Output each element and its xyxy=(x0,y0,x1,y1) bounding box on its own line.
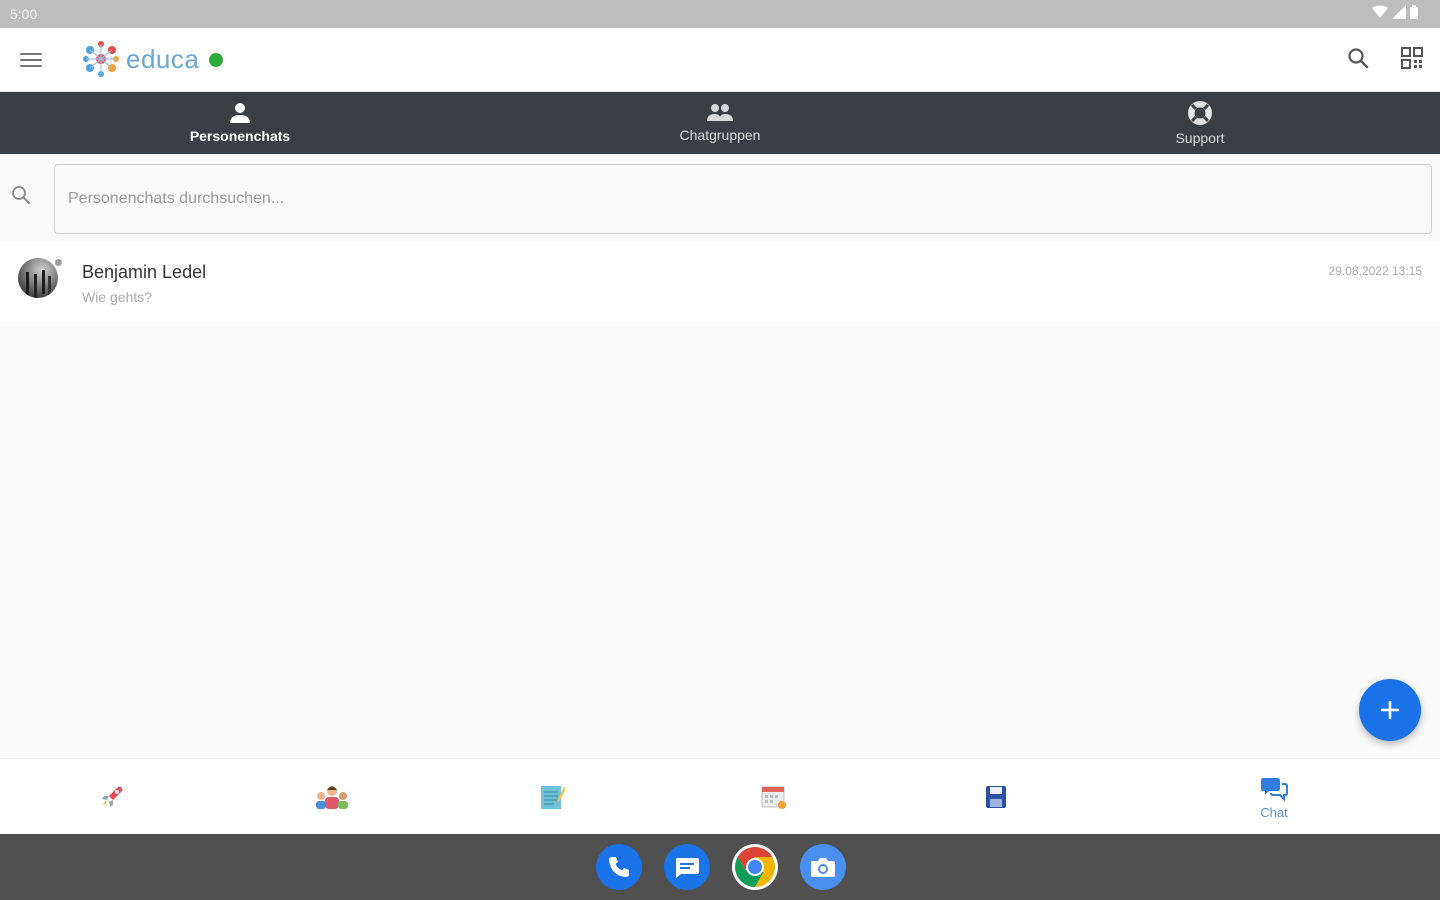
group-icon xyxy=(707,104,733,121)
tab-personenchats[interactable]: Personenchats xyxy=(0,92,480,154)
status-icons xyxy=(1372,5,1418,19)
wifi-icon xyxy=(1372,5,1388,18)
signal-icon xyxy=(1392,5,1406,19)
logo-text: educa xyxy=(126,43,200,74)
chat-icon xyxy=(1261,777,1288,801)
dock-app-phone[interactable] xyxy=(596,844,642,890)
nav-item-notes[interactable] xyxy=(502,759,602,835)
new-chat-button[interactable] xyxy=(1359,679,1421,741)
status-time: 5:00 xyxy=(10,6,38,22)
nav-item-people[interactable] xyxy=(282,759,382,835)
plus-icon xyxy=(1380,700,1400,720)
app-bar: educa xyxy=(0,28,1440,92)
menu-icon xyxy=(20,53,42,55)
chrome-icon xyxy=(735,847,775,887)
phone-icon xyxy=(609,857,629,877)
list-item[interactable]: Benjamin Ledel Wie gehts? 29.08.2022 13:… xyxy=(0,242,1440,322)
app-actions xyxy=(1344,44,1426,72)
search-icon xyxy=(12,186,30,204)
notepad-icon xyxy=(541,786,565,809)
menu-button[interactable] xyxy=(16,46,48,74)
tab-chatgruppen[interactable]: Chatgruppen xyxy=(480,92,960,154)
save-icon xyxy=(986,786,1006,808)
person-icon xyxy=(230,103,250,123)
status-bar: 5:00 xyxy=(0,0,1440,28)
chat-search xyxy=(0,158,1440,240)
chat-last-message: Wie gehts? xyxy=(82,289,153,305)
chat-tabs: Personenchats Chatgruppen Support xyxy=(0,92,1440,154)
tab-label: Chatgruppen xyxy=(679,127,761,143)
nav-item-calendar[interactable] xyxy=(724,759,824,835)
dock-app-messages[interactable] xyxy=(664,844,710,890)
nav-label-chat: Chat xyxy=(1260,804,1288,820)
tab-label: Personenchats xyxy=(189,128,291,144)
search-input[interactable] xyxy=(54,164,1432,234)
app-logo[interactable]: educa xyxy=(82,40,224,78)
tab-label: Support xyxy=(1175,130,1225,146)
support-icon xyxy=(1188,101,1212,125)
camera-icon xyxy=(811,858,835,877)
chat-list: Benjamin Ledel Wie gehts? 29.08.2022 13:… xyxy=(0,242,1440,322)
chat-name: Benjamin Ledel xyxy=(82,262,207,282)
rocket-icon xyxy=(102,786,123,807)
people-icon xyxy=(316,786,348,809)
messages-icon xyxy=(676,858,699,878)
online-status-dot xyxy=(209,53,224,67)
bottom-navigation: Chat xyxy=(0,758,1440,834)
search-button[interactable] xyxy=(1344,44,1372,72)
qr-code-icon xyxy=(1401,47,1423,69)
search-field-icon-wrap xyxy=(10,184,32,211)
chat-timestamp: 29.08.2022 13:15 xyxy=(1328,264,1422,278)
avatar xyxy=(18,258,58,298)
calendar-icon xyxy=(761,786,786,809)
android-taskbar xyxy=(0,834,1440,900)
tab-support[interactable]: Support xyxy=(960,92,1440,154)
battery-icon xyxy=(1410,5,1418,19)
nav-item-rocket[interactable] xyxy=(62,759,162,835)
dock-app-chrome[interactable] xyxy=(732,844,778,890)
nav-item-chat[interactable]: Chat xyxy=(1224,759,1324,835)
nav-item-save[interactable] xyxy=(946,759,1046,835)
app-dock xyxy=(596,844,846,890)
presence-indicator xyxy=(54,258,63,267)
educa-logo-icon xyxy=(83,41,119,77)
search-icon xyxy=(1348,48,1369,69)
dock-app-camera[interactable] xyxy=(800,844,846,890)
qr-code-button[interactable] xyxy=(1398,44,1426,72)
